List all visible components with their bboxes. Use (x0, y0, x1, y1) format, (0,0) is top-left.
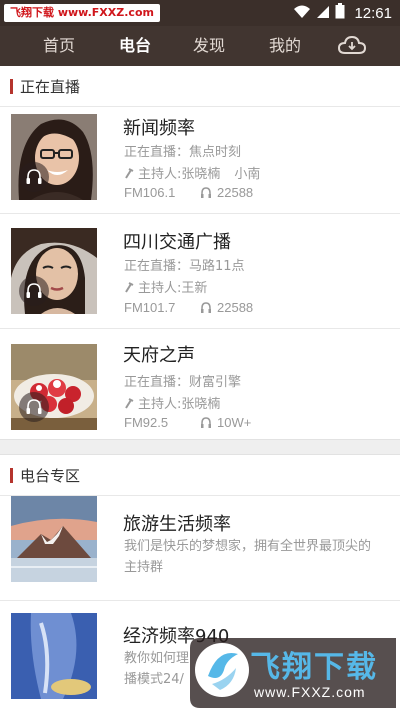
headphone-small-icon (201, 302, 211, 313)
listener-value: 22588 (217, 185, 254, 200)
zone-name: 旅游生活频率 (123, 514, 231, 535)
now-playing: 正在直播：马路11点 (124, 259, 245, 274)
frequency: FM92.5 (124, 415, 169, 430)
station-thumbnail (11, 344, 97, 430)
headphone-icon (19, 162, 49, 192)
host-names: 主持人:张晓楠 (138, 397, 221, 412)
signal-icon (316, 4, 330, 23)
listener-count: 10W+ (200, 415, 251, 430)
top-nav: 首页 电台 发现 我的 (0, 26, 400, 66)
station-thumbnail (11, 228, 97, 314)
now-playing: 正在直播：焦点时刻 (124, 145, 242, 160)
watermark-logo-text: 飞翔下载 (250, 650, 378, 685)
mic-icon (124, 398, 134, 414)
section-accent-bar (10, 79, 13, 94)
headphone-small-icon (201, 187, 211, 198)
listener-value: 22588 (217, 300, 254, 315)
mic-icon (124, 168, 134, 184)
listener-count: 22588 (200, 300, 253, 315)
section-accent-bar (10, 468, 13, 483)
host-names: 主持人:王新 (138, 281, 208, 296)
tab-home[interactable]: 首页 (24, 26, 94, 66)
now-playing: 正在直播：财富引擎 (124, 375, 242, 390)
listener-count: 22588 (200, 185, 253, 200)
status-time: 12:61 (354, 4, 392, 22)
headphone-icon (19, 392, 49, 422)
zone-thumbnail (11, 613, 97, 699)
cloud-download-icon[interactable] (336, 34, 368, 58)
frequency: FM106.1 (124, 185, 176, 200)
host-line: 主持人:张晓楠 小南 (124, 163, 260, 184)
mic-icon (124, 282, 134, 298)
status-bar: 飞翔下载 www.FXXZ.com 12:61 (0, 0, 400, 26)
zone-section-title: 电台专区 (20, 467, 81, 485)
watermark-bottom: 飞翔下载 www.FXXZ.com (190, 632, 396, 708)
wifi-icon (293, 4, 311, 23)
listener-value: 10W+ (217, 415, 252, 430)
headphone-small-icon (201, 417, 211, 428)
zone-section-header: 电台专区 (0, 455, 400, 495)
zone-thumbnail (11, 496, 97, 582)
section-gap (0, 439, 400, 455)
zone-item[interactable]: 旅游生活频率 我们是快乐的梦想家，拥有全世界最顶尖的主持群 (0, 496, 400, 600)
tab-discover[interactable]: 发现 (174, 26, 244, 66)
station-name: 四川交通广播 (123, 232, 231, 253)
live-section-header: 正在直播 (0, 66, 400, 106)
battery-icon (335, 3, 345, 23)
host-names: 主持人:张晓楠 (138, 167, 221, 182)
zone-description: 我们是快乐的梦想家，拥有全世界最顶尖的主持群 (124, 539, 372, 575)
tab-mine[interactable]: 我的 (250, 26, 320, 66)
status-icons: 12:61 (293, 0, 392, 26)
station-row[interactable]: 新闻频率 正在直播：焦点时刻 主持人:张晓楠 小南 FM106.1 22588 (0, 107, 400, 213)
watermark-url: www.FXXZ.com (254, 684, 366, 700)
tab-radio[interactable]: 电台 (100, 26, 170, 66)
station-row[interactable]: 四川交通广播 正在直播：马路11点 主持人:王新 FM101.7 22588 (0, 214, 400, 328)
headphone-icon (19, 276, 49, 306)
station-name: 天府之声 (123, 345, 195, 366)
watermark-top: 飞翔下载 www.FXXZ.com (4, 4, 160, 22)
frequency: FM101.7 (124, 300, 176, 315)
host-line: 主持人:张晓楠 (124, 393, 220, 414)
host-line: 主持人:王新 (124, 277, 207, 298)
station-row[interactable]: 天府之声 正在直播：财富引擎 主持人:张晓楠 FM92.5 10W+ (0, 329, 400, 439)
live-section-title: 正在直播 (20, 78, 81, 96)
host-names-extra: 小南 (234, 167, 261, 182)
station-name: 新闻频率 (123, 118, 195, 139)
station-thumbnail (11, 114, 97, 200)
